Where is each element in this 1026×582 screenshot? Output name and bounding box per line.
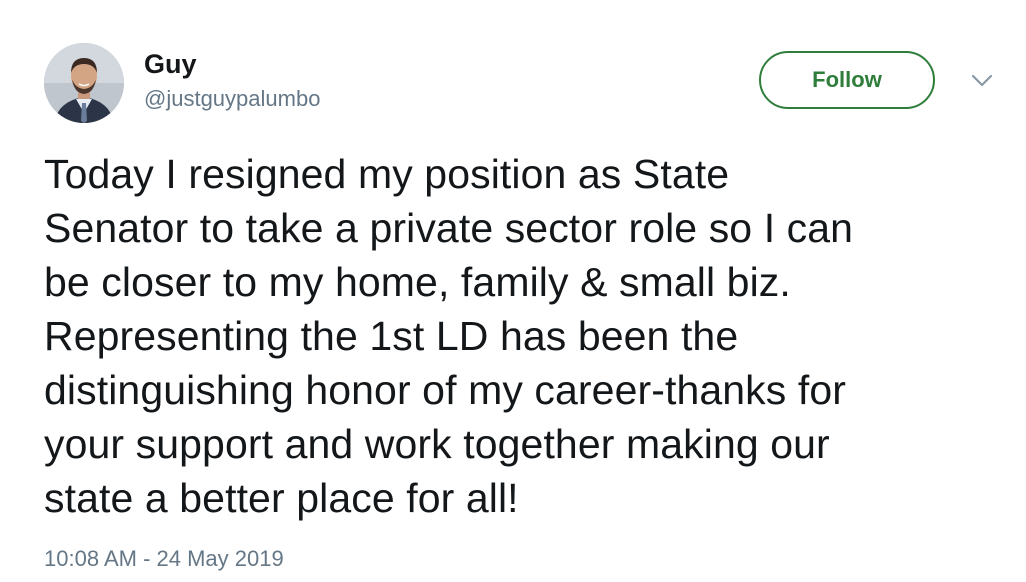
tweet-text-line: state a better place for all! [44,475,519,521]
follow-button-label: Follow [812,67,882,92]
profile-photo-icon [44,43,124,123]
tweet-text-line: be closer to my home, family & small biz… [44,259,791,305]
tweet-text-line: Representing the 1st LD has been the [44,313,739,359]
tweet-timestamp[interactable]: 10:08 AM - 24 May 2019 [44,544,284,574]
tweet-card: Guy @justguypalumbo Follow Today I resig… [0,0,1026,582]
follow-button[interactable]: Follow [759,51,935,109]
chevron-down-icon [971,74,993,87]
tweet-text-line: Today I resigned my position as State [44,151,730,197]
username-handle[interactable]: @justguypalumbo [144,85,320,113]
tweet-text-line: distinguishing honor of my career-thanks… [44,367,847,413]
tweet-text-line: Senator to take a private sector role so… [44,205,854,251]
tweet-text-line: your support and work together making ou… [44,421,830,467]
avatar[interactable] [44,43,124,123]
more-options-button[interactable] [968,68,996,92]
tweet-text: Today I resigned my position as State Se… [44,147,1004,525]
display-name[interactable]: Guy [144,48,197,80]
